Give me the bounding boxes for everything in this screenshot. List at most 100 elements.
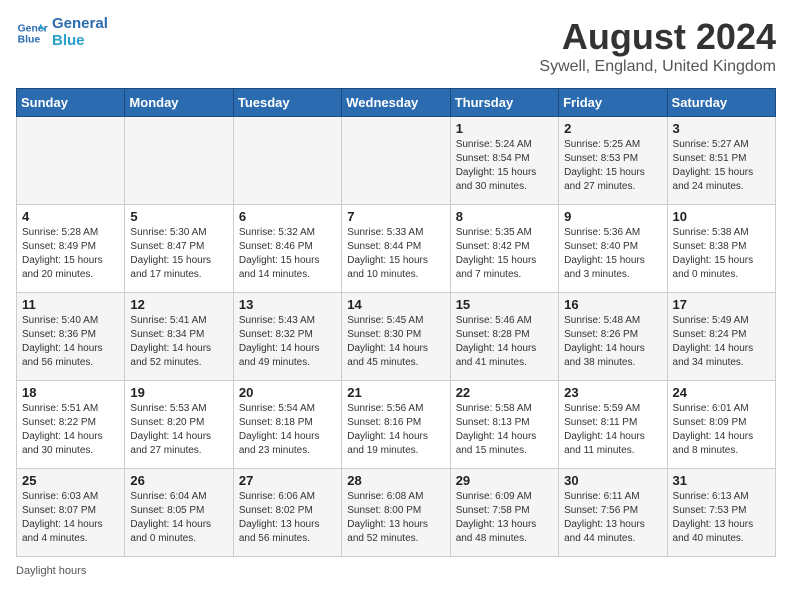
cell-content: Sunrise: 6:06 AM Sunset: 8:02 PM Dayligh…	[239, 490, 336, 546]
cell-content: Sunrise: 5:45 AM Sunset: 8:30 PM Dayligh…	[347, 314, 444, 370]
calendar-cell: 6 Sunrise: 5:32 AM Sunset: 8:46 PM Daylig…	[233, 205, 341, 293]
cell-content: Sunrise: 5:46 AM Sunset: 8:28 PM Dayligh…	[456, 314, 553, 370]
cell-content: Sunrise: 6:08 AM Sunset: 8:00 PM Dayligh…	[347, 490, 444, 546]
month-title: August 2024	[539, 16, 776, 58]
day-number: 10	[673, 209, 770, 224]
cell-content: Sunrise: 5:32 AM Sunset: 8:46 PM Dayligh…	[239, 226, 336, 282]
calendar-cell: 12 Sunrise: 5:41 AM Sunset: 8:34 PM Dayli…	[125, 293, 233, 381]
cell-content: Sunrise: 5:49 AM Sunset: 8:24 PM Dayligh…	[673, 314, 770, 370]
cell-content: Sunrise: 5:40 AM Sunset: 8:36 PM Dayligh…	[22, 314, 119, 370]
calendar-cell	[125, 117, 233, 205]
day-number: 15	[456, 297, 553, 312]
title-block: August 2024 Sywell, England, United King…	[539, 16, 776, 76]
day-number: 26	[130, 473, 227, 488]
cell-content: Sunrise: 5:58 AM Sunset: 8:13 PM Dayligh…	[456, 402, 553, 458]
cell-content: Sunrise: 5:56 AM Sunset: 8:16 PM Dayligh…	[347, 402, 444, 458]
cell-content: Sunrise: 5:35 AM Sunset: 8:42 PM Dayligh…	[456, 226, 553, 282]
day-header-wednesday: Wednesday	[342, 89, 450, 117]
day-number: 18	[22, 385, 119, 400]
calendar-cell: 1 Sunrise: 5:24 AM Sunset: 8:54 PM Daylig…	[450, 117, 558, 205]
calendar-cell: 30 Sunrise: 6:11 AM Sunset: 7:56 PM Dayli…	[559, 469, 667, 557]
calendar-cell: 28 Sunrise: 6:08 AM Sunset: 8:00 PM Dayli…	[342, 469, 450, 557]
cell-content: Sunrise: 5:53 AM Sunset: 8:20 PM Dayligh…	[130, 402, 227, 458]
day-number: 3	[673, 121, 770, 136]
calendar-cell: 13 Sunrise: 5:43 AM Sunset: 8:32 PM Dayli…	[233, 293, 341, 381]
cell-content: Sunrise: 5:54 AM Sunset: 8:18 PM Dayligh…	[239, 402, 336, 458]
cell-content: Sunrise: 6:03 AM Sunset: 8:07 PM Dayligh…	[22, 490, 119, 546]
day-number: 16	[564, 297, 661, 312]
week-row-5: 25Sunrise: 6:03 AM Sunset: 8:07 PM Dayli…	[17, 469, 776, 557]
week-row-3: 11 Sunrise: 5:40 AM Sunset: 8:36 PM Dayli…	[17, 293, 776, 381]
day-header-monday: Monday	[125, 89, 233, 117]
calendar-cell: 8 Sunrise: 5:35 AM Sunset: 8:42 PM Daylig…	[450, 205, 558, 293]
logo: General Blue General Blue	[16, 16, 108, 49]
calendar-cell: 10 Sunrise: 5:38 AM Sunset: 8:38 PM Dayli…	[667, 205, 775, 293]
cell-content: Sunrise: 6:11 AM Sunset: 7:56 PM Dayligh…	[564, 490, 661, 546]
day-number: 5	[130, 209, 227, 224]
logo-blue: Blue	[52, 33, 108, 50]
logo-icon: General Blue	[16, 17, 48, 49]
cell-content: Sunrise: 6:01 AM Sunset: 8:09 PM Dayligh…	[673, 402, 770, 458]
day-number: 1	[456, 121, 553, 136]
day-number: 31	[673, 473, 770, 488]
week-row-2: 4 Sunrise: 5:28 AM Sunset: 8:49 PM Daylig…	[17, 205, 776, 293]
day-number: 21	[347, 385, 444, 400]
daylight-label: Daylight hours	[16, 565, 86, 577]
calendar-cell: 21 Sunrise: 5:56 AM Sunset: 8:16 PM Dayli…	[342, 381, 450, 469]
day-header-sunday: Sunday	[17, 89, 125, 117]
calendar-cell: 20 Sunrise: 5:54 AM Sunset: 8:18 PM Dayli…	[233, 381, 341, 469]
calendar-cell: 22 Sunrise: 5:58 AM Sunset: 8:13 PM Dayli…	[450, 381, 558, 469]
cell-content: Sunrise: 5:51 AM Sunset: 8:22 PM Dayligh…	[22, 402, 119, 458]
calendar-cell: 31Sunrise: 6:13 AM Sunset: 7:53 PM Dayli…	[667, 469, 775, 557]
day-number: 12	[130, 297, 227, 312]
cell-content: Sunrise: 5:24 AM Sunset: 8:54 PM Dayligh…	[456, 138, 553, 194]
logo-general: General	[52, 16, 108, 33]
day-number: 2	[564, 121, 661, 136]
calendar-table: SundayMondayTuesdayWednesdayThursdayFrid…	[16, 88, 776, 557]
cell-content: Sunrise: 5:59 AM Sunset: 8:11 PM Dayligh…	[564, 402, 661, 458]
cell-content: Sunrise: 5:33 AM Sunset: 8:44 PM Dayligh…	[347, 226, 444, 282]
cell-content: Sunrise: 5:38 AM Sunset: 8:38 PM Dayligh…	[673, 226, 770, 282]
day-number: 20	[239, 385, 336, 400]
day-number: 9	[564, 209, 661, 224]
day-number: 28	[347, 473, 444, 488]
cell-content: Sunrise: 6:04 AM Sunset: 8:05 PM Dayligh…	[130, 490, 227, 546]
calendar-cell: 15 Sunrise: 5:46 AM Sunset: 8:28 PM Dayli…	[450, 293, 558, 381]
day-number: 23	[564, 385, 661, 400]
footer: Daylight hours	[16, 565, 776, 577]
day-number: 4	[22, 209, 119, 224]
day-number: 13	[239, 297, 336, 312]
calendar-cell: 16 Sunrise: 5:48 AM Sunset: 8:26 PM Dayli…	[559, 293, 667, 381]
cell-content: Sunrise: 5:25 AM Sunset: 8:53 PM Dayligh…	[564, 138, 661, 194]
cell-content: Sunrise: 5:27 AM Sunset: 8:51 PM Dayligh…	[673, 138, 770, 194]
calendar-cell: 23 Sunrise: 5:59 AM Sunset: 8:11 PM Dayli…	[559, 381, 667, 469]
day-number: 22	[456, 385, 553, 400]
cell-content: Sunrise: 5:48 AM Sunset: 8:26 PM Dayligh…	[564, 314, 661, 370]
calendar-cell: 14Sunrise: 5:45 AM Sunset: 8:30 PM Dayli…	[342, 293, 450, 381]
calendar-cell: 4 Sunrise: 5:28 AM Sunset: 8:49 PM Daylig…	[17, 205, 125, 293]
cell-content: Sunrise: 5:28 AM Sunset: 8:49 PM Dayligh…	[22, 226, 119, 282]
calendar-cell: 24 Sunrise: 6:01 AM Sunset: 8:09 PM Dayli…	[667, 381, 775, 469]
calendar-cell: 17 Sunrise: 5:49 AM Sunset: 8:24 PM Dayli…	[667, 293, 775, 381]
day-header-friday: Friday	[559, 89, 667, 117]
day-header-tuesday: Tuesday	[233, 89, 341, 117]
calendar-cell	[342, 117, 450, 205]
day-number: 24	[673, 385, 770, 400]
day-number: 19	[130, 385, 227, 400]
svg-text:Blue: Blue	[18, 34, 41, 45]
day-number: 6	[239, 209, 336, 224]
calendar-cell: 19 Sunrise: 5:53 AM Sunset: 8:20 PM Dayli…	[125, 381, 233, 469]
day-number: 30	[564, 473, 661, 488]
page-header: General Blue General Blue August 2024 Sy…	[16, 16, 776, 76]
day-number: 8	[456, 209, 553, 224]
week-row-1: 1 Sunrise: 5:24 AM Sunset: 8:54 PM Daylig…	[17, 117, 776, 205]
calendar-cell: 7Sunrise: 5:33 AM Sunset: 8:44 PM Daylig…	[342, 205, 450, 293]
cell-content: Sunrise: 5:41 AM Sunset: 8:34 PM Dayligh…	[130, 314, 227, 370]
calendar-cell	[233, 117, 341, 205]
cell-content: Sunrise: 6:09 AM Sunset: 7:58 PM Dayligh…	[456, 490, 553, 546]
day-number: 11	[22, 297, 119, 312]
cell-content: Sunrise: 5:43 AM Sunset: 8:32 PM Dayligh…	[239, 314, 336, 370]
day-number: 17	[673, 297, 770, 312]
day-number: 29	[456, 473, 553, 488]
day-header-thursday: Thursday	[450, 89, 558, 117]
